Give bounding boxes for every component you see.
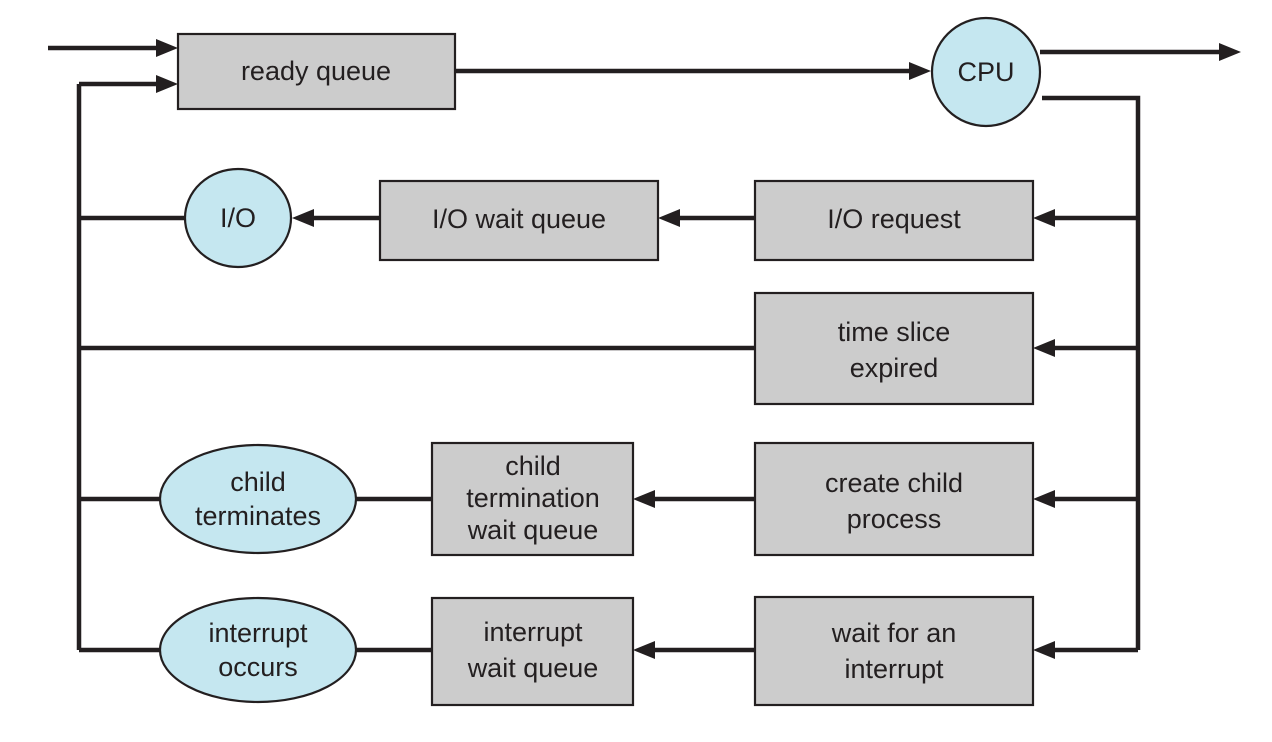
- node-create-child-process[interactable]: create child process: [753, 441, 1035, 557]
- node-cpu-label: CPU: [957, 57, 1014, 87]
- node-child-terminates-label-line1: child: [230, 467, 286, 497]
- node-create-child-process-label-line2: process: [847, 504, 942, 534]
- node-wait-for-an-interrupt[interactable]: wait for an interrupt: [753, 595, 1035, 707]
- node-cpu[interactable]: CPU: [930, 16, 1042, 128]
- edge-bus-to-time-slice-expired: [1033, 339, 1138, 357]
- edge-bus-to-create-child-process: [1033, 490, 1138, 508]
- node-io-wait-queue-label: I/O wait queue: [432, 204, 606, 234]
- edge-io-wait-queue-to-io: [292, 209, 380, 227]
- edge-wait-for-an-interrupt-to-interrupt-wait-queue: [633, 641, 755, 659]
- node-interrupt-wait-queue[interactable]: interrupt wait queue: [430, 596, 635, 707]
- node-child-termination-wait-queue-label-line2: termination: [466, 483, 600, 513]
- node-child-termination-wait-queue-label-line1: child: [505, 451, 561, 481]
- process-scheduling-diagram: ready queue CPU I/O I/O wait queue I/O r…: [48, 16, 1241, 707]
- node-io-request[interactable]: I/O request: [753, 179, 1035, 262]
- node-io-wait-queue[interactable]: I/O wait queue: [378, 179, 660, 262]
- node-child-termination-wait-queue[interactable]: child termination wait queue: [430, 441, 635, 557]
- node-ready-queue-label: ready queue: [241, 56, 391, 86]
- node-child-termination-wait-queue-label-line3: wait queue: [467, 515, 599, 545]
- node-time-slice-expired[interactable]: time slice expired: [753, 291, 1035, 406]
- edge-cpu-to-exit: [1040, 43, 1241, 61]
- node-time-slice-expired-label-line1: time slice: [838, 317, 951, 347]
- node-interrupt-wait-queue-label-line1: interrupt: [483, 617, 583, 647]
- edge-ready-queue-to-cpu: [455, 62, 931, 80]
- node-io-label: I/O: [220, 203, 256, 233]
- node-interrupt-occurs-label-line1: interrupt: [208, 618, 308, 648]
- node-wait-for-an-interrupt-label-line1: wait for an: [831, 618, 957, 648]
- edge-bus-to-io-request: [1033, 209, 1138, 227]
- edge-entry-to-ready-queue: [48, 39, 178, 57]
- node-interrupt-wait-queue-label-line2: wait queue: [467, 653, 599, 683]
- node-time-slice-expired-label-line2: expired: [850, 353, 939, 383]
- node-io-request-label: I/O request: [827, 204, 961, 234]
- queueing-diagram-canvas: ready queue CPU I/O I/O wait queue I/O r…: [0, 0, 1272, 742]
- node-layer: ready queue CPU I/O I/O wait queue I/O r…: [158, 16, 1042, 707]
- edge-bus-to-wait-for-an-interrupt: [1033, 641, 1138, 659]
- node-interrupt-occurs[interactable]: interrupt occurs: [158, 596, 358, 704]
- node-interrupt-occurs-label-line2: occurs: [218, 652, 298, 682]
- edge-layer: [48, 39, 1241, 659]
- node-child-terminates[interactable]: child terminates: [158, 443, 358, 555]
- node-wait-for-an-interrupt-label-line2: interrupt: [844, 654, 944, 684]
- edge-cpu-dispatch-bus: [1042, 95, 1141, 650]
- edge-left-return-trunk: [76, 75, 178, 650]
- node-child-terminates-label-line2: terminates: [195, 501, 321, 531]
- edge-io-request-to-io-wait-queue: [658, 209, 755, 227]
- edge-create-child-to-child-termination-wait-queue: [633, 490, 755, 508]
- node-ready-queue[interactable]: ready queue: [176, 32, 457, 111]
- node-io[interactable]: I/O: [183, 167, 293, 269]
- node-create-child-process-label-line1: create child: [825, 468, 963, 498]
